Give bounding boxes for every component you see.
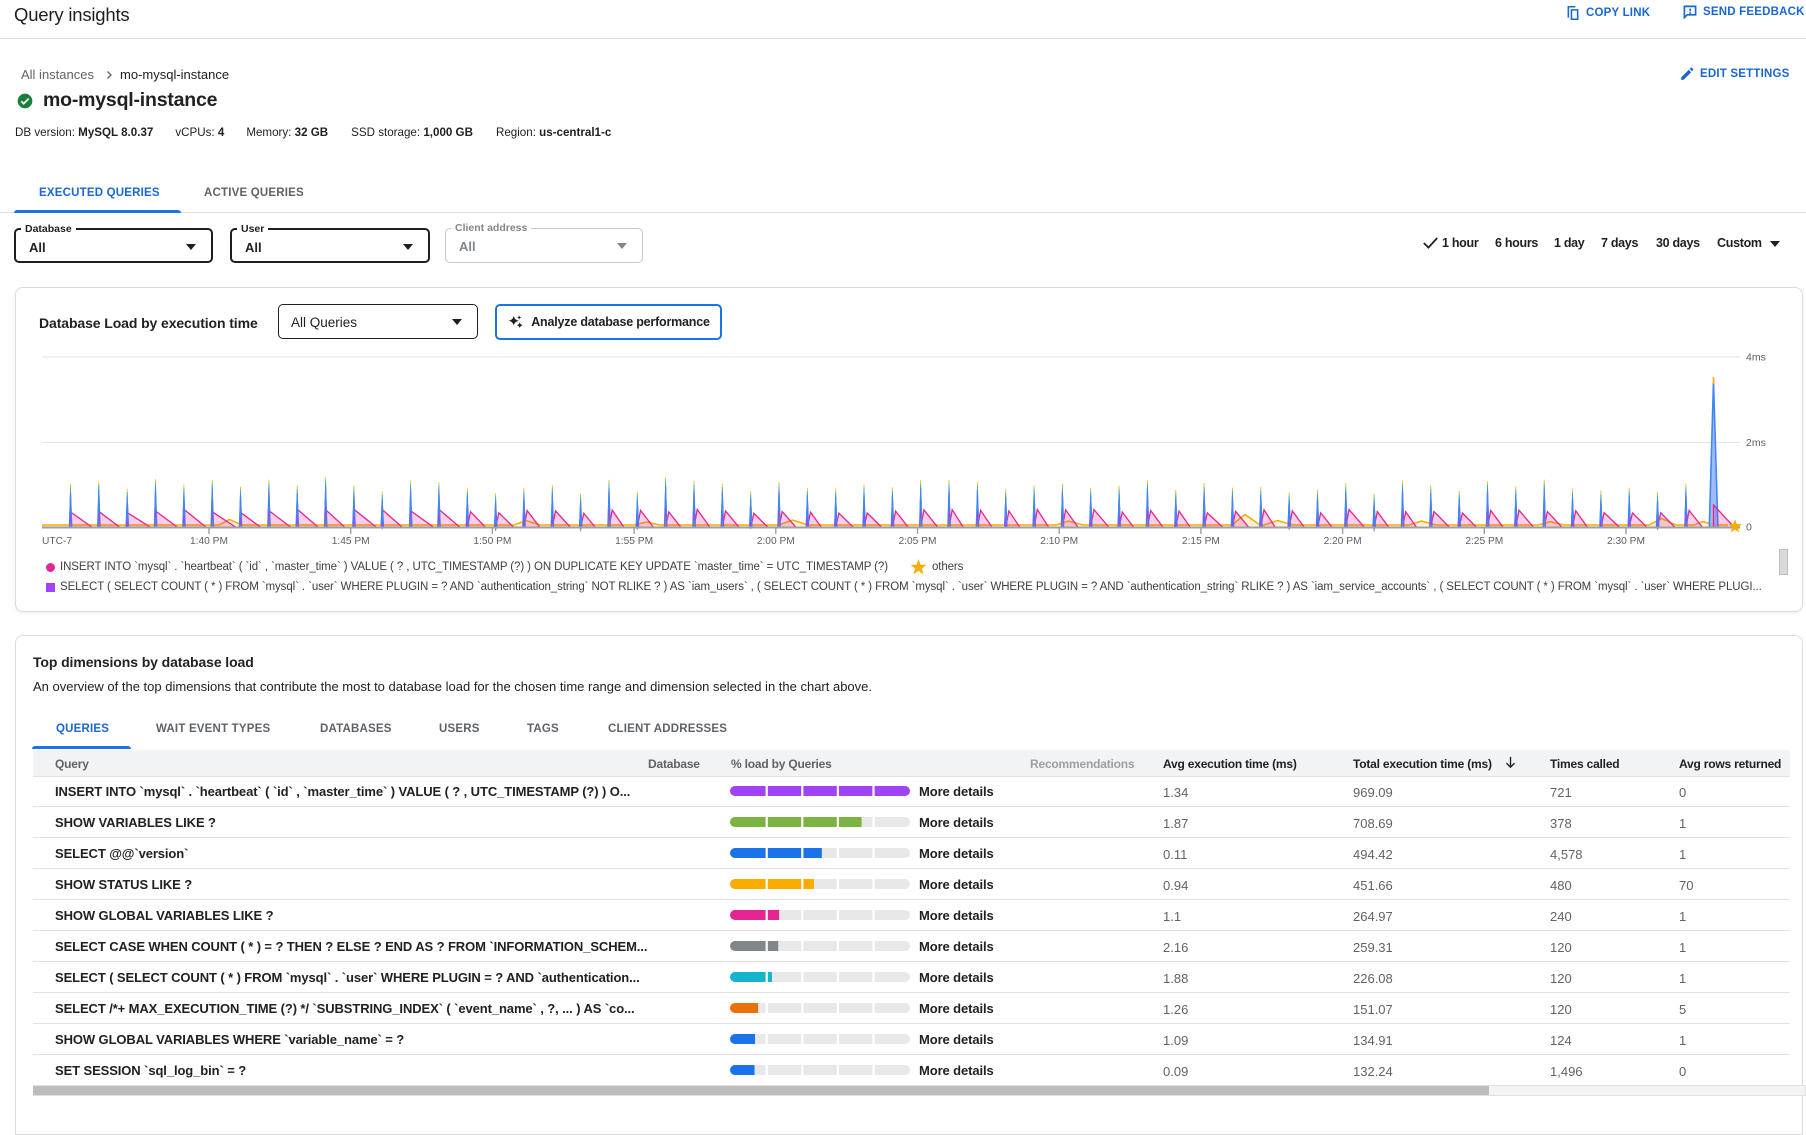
svg-text:1:55 PM: 1:55 PM — [615, 536, 653, 547]
svg-text:2ms: 2ms — [1746, 437, 1766, 449]
svg-text:1:40 PM: 1:40 PM — [190, 536, 228, 547]
svg-text:4ms: 4ms — [1746, 352, 1766, 364]
svg-text:UTC-7: UTC-7 — [42, 536, 72, 547]
svg-text:2:00 PM: 2:00 PM — [757, 536, 795, 547]
svg-text:2:05 PM: 2:05 PM — [899, 536, 937, 547]
svg-text:2:15 PM: 2:15 PM — [1182, 536, 1220, 547]
svg-text:2:10 PM: 2:10 PM — [1040, 536, 1078, 547]
svg-text:2:30 PM: 2:30 PM — [1607, 536, 1645, 547]
svg-text:2:25 PM: 2:25 PM — [1465, 536, 1503, 547]
svg-text:2:20 PM: 2:20 PM — [1324, 536, 1362, 547]
svg-text:0: 0 — [1746, 522, 1752, 534]
svg-text:1:50 PM: 1:50 PM — [473, 536, 511, 547]
svg-text:1:45 PM: 1:45 PM — [332, 536, 370, 547]
